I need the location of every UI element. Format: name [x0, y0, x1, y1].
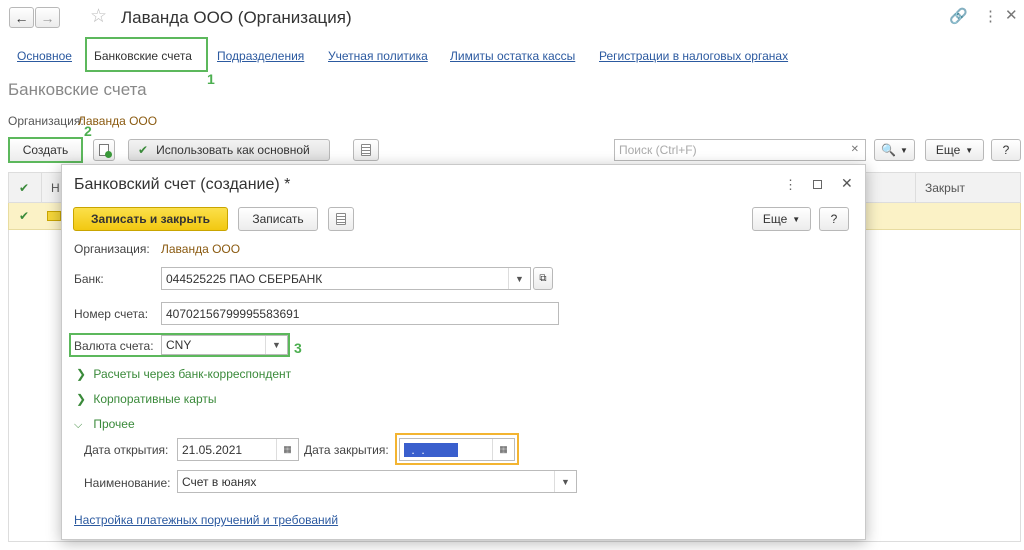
dialog-more-button[interactable]: Еще ▼	[752, 207, 811, 231]
bank-field[interactable]: 044525225 ПАО СБЕРБАНК ▼	[161, 267, 531, 290]
clear-search-icon[interactable]: ✕	[851, 144, 859, 155]
bank-account-dialog: Банковский счет (создание) * ⋮ ✕ Записат…	[61, 164, 866, 540]
group-other[interactable]: ⌵ Прочее	[74, 417, 135, 432]
dialog-help-label: ?	[830, 212, 838, 226]
list-icon	[336, 213, 346, 225]
copy-button[interactable]	[93, 139, 115, 161]
group-cards-label: Корпоративные карты	[93, 392, 217, 406]
step-number-3: 3	[294, 340, 302, 356]
close-date-label: Дата закрытия:	[304, 443, 389, 457]
account-number-field[interactable]: 40702156799995583691	[161, 302, 559, 325]
calendar-icon[interactable]: ▦	[276, 439, 298, 460]
chevron-right-icon: ❯	[76, 367, 87, 381]
close-window-icon[interactable]: ✕	[1005, 6, 1018, 24]
dialog-more-label: Еще	[762, 212, 788, 226]
list-icon	[361, 144, 371, 156]
favorite-star-icon[interactable]: ☆	[90, 5, 107, 28]
dialog-report-button[interactable]	[328, 207, 354, 231]
list-report-button[interactable]	[353, 139, 379, 161]
dialog-help-button[interactable]: ?	[819, 207, 849, 231]
add-copy-icon	[99, 144, 112, 158]
currency-dropdown-icon[interactable]: ▼	[265, 336, 287, 354]
forward-button[interactable]: →	[35, 7, 60, 28]
group-other-label: Прочее	[93, 417, 135, 431]
open-date-value: 21.05.2021	[182, 442, 243, 457]
group-correspondent-bank[interactable]: ❯ Расчеты через банк-корреспондент	[76, 367, 291, 381]
header-check-icon: ✔	[19, 181, 30, 195]
tab-main[interactable]: Основное	[17, 49, 72, 63]
calendar-icon[interactable]: ▦	[492, 439, 514, 460]
open-form-icon: ⧉	[539, 273, 547, 284]
dialog-org-value: Лаванда ООО	[161, 242, 241, 256]
dialog-close-icon[interactable]: ✕	[841, 175, 853, 192]
more-vertical-icon[interactable]: ⋮	[983, 7, 998, 25]
step-number-2: 2	[84, 123, 92, 139]
chevron-right-icon: ❯	[76, 392, 87, 406]
currency-value: CNY	[166, 338, 192, 352]
tab-tax-registrations[interactable]: Регистрации в налоговых органах	[599, 49, 788, 63]
column-closed: Закрыт	[925, 181, 965, 195]
column-n: Н	[51, 181, 60, 195]
name-value: Счет в юанях	[182, 474, 257, 489]
bank-label: Банк:	[74, 272, 104, 286]
chevron-down-icon: ⌵	[74, 419, 83, 431]
tab-cash-limits[interactable]: Лимиты остатка кассы	[450, 49, 575, 63]
create-button[interactable]: Создать	[10, 139, 81, 161]
close-date-value: . .	[404, 442, 458, 457]
step-number-1: 1	[207, 71, 215, 87]
bank-dropdown-icon[interactable]: ▼	[508, 268, 530, 289]
checkmark-icon: ✔	[138, 143, 149, 157]
use-as-main-label: Использовать как основной	[156, 143, 310, 157]
save-and-close-button[interactable]: Записать и закрыть	[73, 207, 228, 231]
search-placeholder: Поиск (Ctrl+F)	[619, 143, 697, 157]
arrow-right-icon: →	[40, 9, 55, 26]
search-icon: 🔍	[881, 143, 897, 157]
organization-label: Организация:	[8, 114, 84, 128]
chevron-down-icon: ▼	[792, 214, 801, 224]
name-dropdown-icon[interactable]: ▼	[554, 471, 576, 492]
help-button[interactable]: ?	[991, 139, 1021, 161]
currency-field[interactable]: CNY ▼	[161, 335, 288, 355]
dialog-org-label: Организация:	[74, 242, 150, 256]
bank-open-button[interactable]: ⧉	[533, 267, 553, 290]
open-date-label: Дата открытия:	[84, 443, 169, 457]
section-title: Банковские счета	[8, 80, 147, 99]
dialog-maximize-icon[interactable]	[813, 180, 822, 189]
more-label: Еще	[935, 143, 961, 157]
name-field[interactable]: Счет в юанях ▼	[177, 470, 577, 493]
account-number-label: Номер счета:	[74, 307, 149, 321]
use-as-main-button[interactable]: ✔ Использовать как основной	[128, 139, 330, 161]
arrow-left-icon: ←	[14, 9, 29, 26]
link-icon[interactable]: 🔗	[949, 7, 968, 25]
more-button[interactable]: Еще ▼	[925, 139, 984, 161]
save-button[interactable]: Записать	[238, 207, 318, 231]
tab-departments[interactable]: Подразделения	[217, 49, 304, 63]
account-number-value: 40702156799995583691	[166, 306, 300, 321]
row-current-marker	[47, 211, 61, 221]
save-label: Записать	[252, 212, 304, 226]
help-label: ?	[1002, 143, 1010, 157]
window-title: Лаванда ООО (Организация)	[121, 8, 352, 27]
row-check-icon: ✔	[19, 209, 30, 223]
tab-accounting-policy[interactable]: Учетная политика	[328, 49, 428, 63]
bank-value: 044525225 ПАО СБЕРБАНК	[166, 271, 323, 286]
open-date-field[interactable]: 21.05.2021 ▦	[177, 438, 299, 461]
search-button[interactable]: 🔍 ▼	[874, 139, 915, 161]
currency-label: Валюта счета:	[74, 339, 154, 353]
dialog-title: Банковский счет (создание) *	[74, 176, 291, 193]
group-correspondent-label: Расчеты через банк-корреспондент	[93, 367, 292, 381]
tab-bank-accounts[interactable]: Банковские счета	[94, 49, 192, 63]
payment-settings-link[interactable]: Настройка платежных поручений и требован…	[74, 513, 338, 527]
close-date-field[interactable]: . . ▦	[399, 438, 515, 461]
back-button[interactable]: ←	[9, 7, 34, 28]
name-label: Наименование:	[84, 476, 171, 490]
chevron-down-icon: ▼	[965, 145, 974, 155]
dialog-more-vertical-icon[interactable]: ⋮	[784, 177, 797, 193]
group-corporate-cards[interactable]: ❯ Корпоративные карты	[76, 392, 217, 406]
search-input[interactable]: Поиск (Ctrl+F) ✕	[614, 139, 866, 161]
chevron-down-icon: ▼	[900, 145, 908, 155]
